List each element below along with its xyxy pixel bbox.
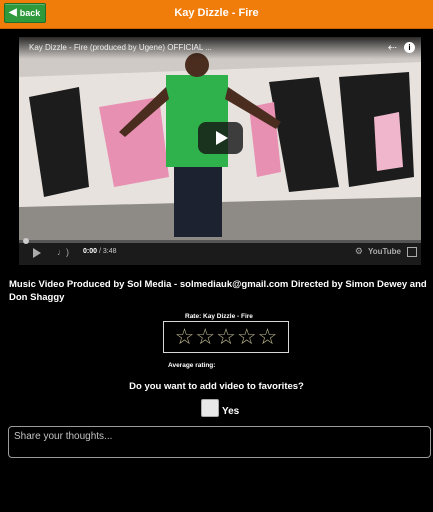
star-icon[interactable]: ☆ bbox=[216, 326, 236, 348]
video-header: Kay Dizzle - Fire (produced by Ugene) OF… bbox=[19, 37, 421, 59]
star-icon[interactable]: ☆ bbox=[258, 326, 278, 348]
volume-icon[interactable]: ♩) bbox=[57, 247, 69, 257]
share-icon[interactable]: ⇠ bbox=[388, 37, 397, 59]
page-title: Kay Dizzle - Fire bbox=[174, 7, 259, 19]
play-icon[interactable] bbox=[33, 248, 41, 258]
star-icon[interactable]: ☆ bbox=[195, 326, 215, 348]
favorites-question: Do you want to add video to favorites? bbox=[129, 381, 304, 392]
comment-input[interactable] bbox=[8, 426, 431, 458]
info-icon[interactable]: i bbox=[404, 42, 415, 53]
favorites-checkbox[interactable] bbox=[201, 399, 219, 417]
video-player[interactable]: Kay Dizzle - Fire (produced by Ugene) OF… bbox=[19, 37, 421, 265]
rate-label: Rate: Kay Dizzle - Fire bbox=[185, 313, 253, 320]
progress-handle[interactable] bbox=[23, 238, 29, 244]
play-button[interactable] bbox=[198, 122, 243, 154]
top-bar: ◀ back Kay Dizzle - Fire bbox=[0, 0, 433, 29]
video-controls: ♩) 0:00 / 3:48 ⚙ YouTube bbox=[19, 238, 421, 265]
star-icon[interactable]: ☆ bbox=[237, 326, 257, 348]
star-icon[interactable]: ☆ bbox=[175, 326, 195, 348]
favorites-yes-label: Yes bbox=[222, 405, 240, 417]
settings-gear-icon[interactable]: ⚙ bbox=[355, 246, 363, 257]
fullscreen-icon[interactable] bbox=[407, 247, 417, 257]
video-title: Kay Dizzle - Fire (produced by Ugene) OF… bbox=[29, 43, 212, 52]
star-rating: ☆ ☆ ☆ ☆ ☆ bbox=[163, 321, 289, 353]
youtube-logo[interactable]: YouTube bbox=[368, 247, 401, 256]
current-time: 0:00 bbox=[83, 248, 98, 255]
average-rating-label: Average rating: bbox=[168, 362, 216, 369]
video-time: 0:00 / 3:48 bbox=[83, 248, 116, 255]
video-description: Music Video Produced by Sol Media - solm… bbox=[9, 279, 427, 303]
favorites-row: Yes bbox=[201, 399, 239, 417]
total-time: / 3:48 bbox=[97, 248, 117, 255]
